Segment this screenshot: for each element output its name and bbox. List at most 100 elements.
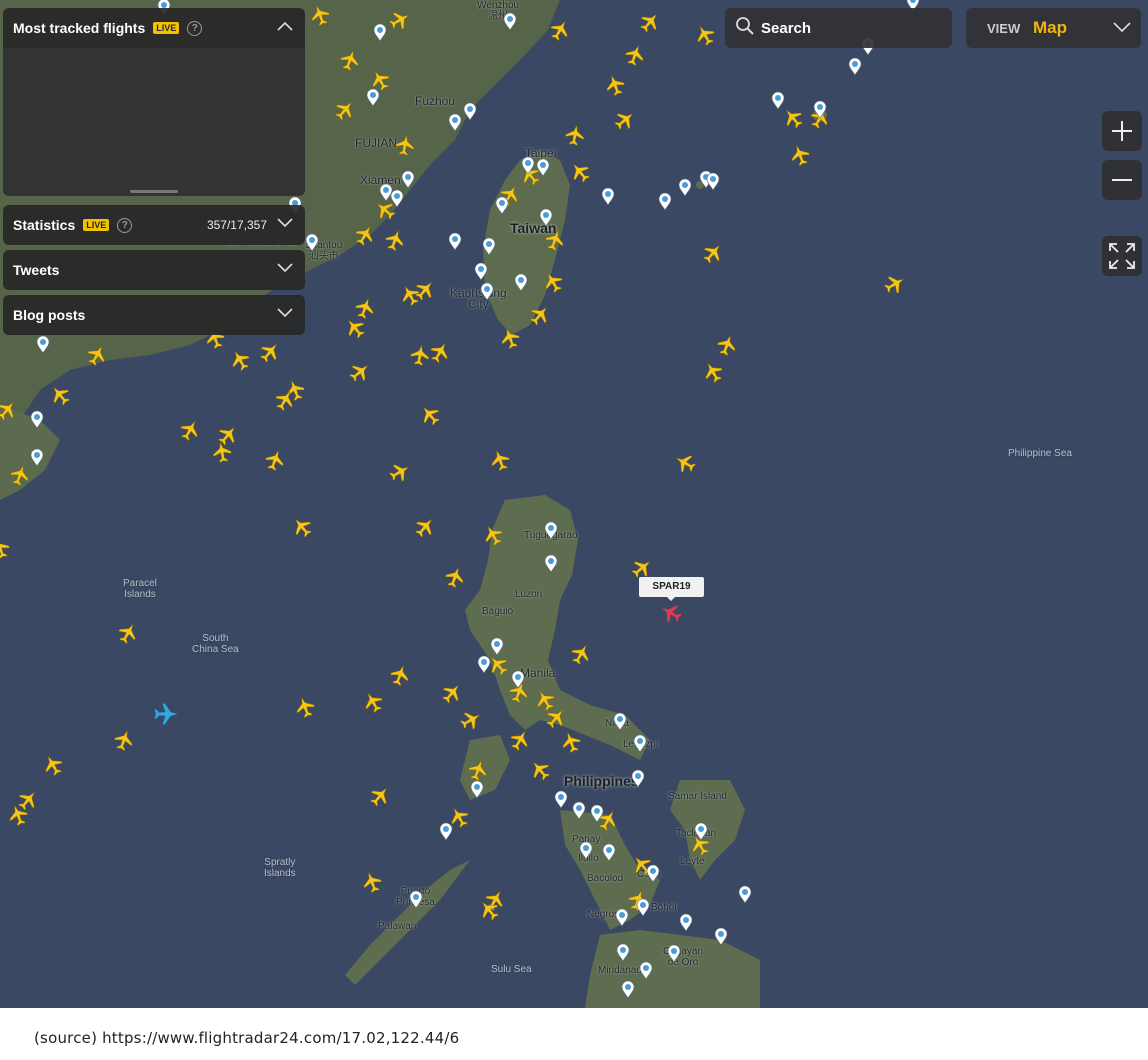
aircraft-icon[interactable] (84, 342, 110, 368)
aircraft-icon[interactable] (882, 271, 908, 297)
aircraft-icon[interactable] (263, 448, 287, 473)
airport-pin-icon[interactable] (639, 961, 653, 980)
aircraft-icon[interactable] (112, 728, 136, 753)
airport-pin-icon[interactable] (602, 843, 616, 862)
airport-pin-icon[interactable] (366, 88, 380, 107)
airport-pin-icon[interactable] (714, 927, 728, 946)
aircraft-icon[interactable] (507, 727, 533, 753)
aircraft-icon[interactable] (338, 48, 362, 73)
selected-flight-callsign[interactable]: SPAR19 (639, 577, 704, 601)
airport-pin-icon[interactable] (503, 12, 517, 31)
airport-pin-icon[interactable] (579, 841, 593, 860)
aircraft-icon[interactable] (353, 296, 377, 321)
airport-pin-icon[interactable] (409, 890, 423, 909)
aircraft-icon[interactable] (289, 514, 316, 541)
aircraft-icon[interactable] (692, 22, 718, 48)
selected-aircraft-icon[interactable] (658, 600, 684, 626)
airport-pin-icon[interactable] (379, 183, 393, 202)
aircraft-icon[interactable] (715, 333, 739, 358)
aircraft-icon[interactable] (360, 689, 386, 715)
aircraft-icon[interactable] (6, 803, 30, 828)
airport-pin-icon[interactable] (495, 196, 509, 215)
airport-pin-icon[interactable] (694, 822, 708, 841)
chevron-down-icon[interactable] (1113, 22, 1131, 34)
view-selector[interactable]: VIEW Map (966, 8, 1141, 48)
airport-pin-icon[interactable] (448, 113, 462, 132)
chevron-down-icon[interactable] (277, 308, 293, 320)
airport-pin-icon[interactable] (30, 410, 44, 429)
aircraft-icon[interactable] (308, 3, 332, 28)
aircraft-icon[interactable] (700, 240, 727, 267)
airport-pin-icon[interactable] (601, 187, 615, 206)
airport-pin-icon[interactable] (667, 944, 681, 963)
tweets-panel[interactable]: Tweets (3, 250, 305, 290)
chevron-up-icon[interactable] (277, 21, 293, 33)
airport-pin-icon[interactable] (771, 91, 785, 110)
aircraft-icon[interactable] (623, 43, 647, 68)
aircraft-icon[interactable] (115, 620, 141, 646)
aircraft-icon[interactable] (547, 17, 573, 43)
aircraft-icon[interactable] (498, 326, 522, 351)
aircraft-icon[interactable] (488, 448, 512, 473)
airport-pin-icon[interactable] (477, 655, 491, 674)
aircraft-icon[interactable] (412, 277, 439, 304)
aircraft-icon[interactable] (388, 663, 412, 688)
airport-pin-icon[interactable] (480, 282, 494, 301)
airport-pin-icon[interactable] (848, 57, 862, 76)
aircraft-icon[interactable] (480, 522, 506, 548)
zoom-in-button[interactable] (1102, 111, 1142, 151)
aircraft-icon[interactable] (15, 787, 42, 814)
airport-pin-icon[interactable] (633, 734, 647, 753)
chevron-down-icon[interactable] (277, 218, 293, 230)
airport-pin-icon[interactable] (616, 943, 630, 962)
aircraft-icon[interactable] (412, 514, 439, 541)
airport-pin-icon[interactable] (36, 335, 50, 354)
chevron-down-icon[interactable] (277, 263, 293, 275)
aircraft-icon[interactable] (383, 228, 407, 253)
airport-pin-icon[interactable] (615, 908, 629, 927)
airport-pin-icon[interactable] (470, 780, 484, 799)
highlighted-aircraft-icon[interactable] (154, 703, 178, 725)
aircraft-icon[interactable] (439, 680, 466, 707)
airport-pin-icon[interactable] (631, 769, 645, 788)
airport-pin-icon[interactable] (390, 189, 404, 208)
aircraft-icon[interactable] (293, 695, 317, 720)
airport-pin-icon[interactable] (514, 273, 528, 292)
airport-pin-icon[interactable] (305, 233, 319, 252)
aircraft-icon[interactable] (342, 315, 369, 342)
aircraft-icon[interactable] (367, 783, 394, 810)
aircraft-icon[interactable] (466, 758, 490, 783)
airport-pin-icon[interactable] (439, 822, 453, 841)
aircraft-icon[interactable] (527, 757, 554, 784)
aircraft-icon[interactable] (0, 536, 12, 561)
resize-handle[interactable] (130, 190, 178, 193)
airport-pin-icon[interactable] (401, 170, 415, 189)
aircraft-icon[interactable] (612, 107, 639, 134)
aircraft-icon[interactable] (8, 463, 32, 488)
aircraft-icon[interactable] (568, 641, 594, 667)
airport-pin-icon[interactable] (482, 237, 496, 256)
fullscreen-button[interactable] (1102, 236, 1142, 276)
aircraft-icon[interactable] (227, 347, 253, 373)
aircraft-icon[interactable] (417, 402, 444, 429)
airport-pin-icon[interactable] (539, 208, 553, 227)
aircraft-icon[interactable] (567, 159, 594, 186)
aircraft-icon[interactable] (40, 752, 66, 778)
statistics-panel[interactable]: Statistics LIVE ? 357/17,357 (3, 205, 305, 245)
aircraft-icon[interactable] (387, 459, 413, 485)
aircraft-icon[interactable] (603, 73, 627, 98)
help-icon[interactable]: ? (187, 20, 203, 36)
airport-pin-icon[interactable] (536, 158, 550, 177)
airport-pin-icon[interactable] (679, 913, 693, 932)
aircraft-icon[interactable] (409, 344, 430, 367)
airport-pin-icon[interactable] (646, 864, 660, 883)
zoom-out-button[interactable] (1102, 160, 1142, 200)
airport-pin-icon[interactable] (544, 521, 558, 540)
aircraft-icon[interactable] (564, 124, 585, 147)
aircraft-icon[interactable] (211, 441, 232, 464)
aircraft-icon[interactable] (532, 687, 558, 713)
airport-pin-icon[interactable] (636, 898, 650, 917)
aircraft-icon[interactable] (559, 730, 583, 755)
aircraft-icon[interactable] (394, 134, 415, 157)
aircraft-icon[interactable] (780, 105, 807, 132)
